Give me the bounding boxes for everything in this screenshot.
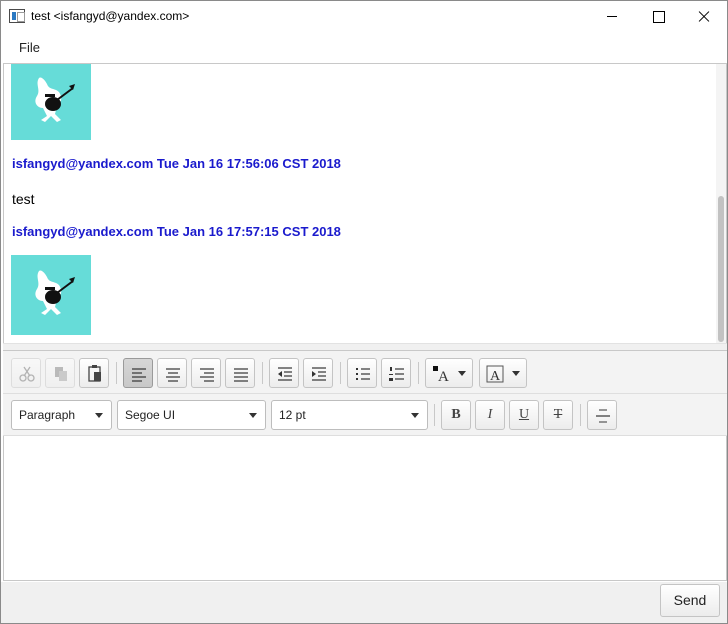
text-color-icon: A [433, 366, 449, 385]
close-button[interactable] [681, 1, 727, 31]
editor-toolbar-bottom: Paragraph Segoe UI 12 pt B I U T [3, 394, 727, 436]
indent-button[interactable] [303, 358, 333, 388]
svg-text:A: A [438, 369, 449, 385]
message-text: test [12, 191, 35, 207]
toolbar-separator [418, 362, 419, 384]
copy-icon [55, 367, 67, 381]
outdent-icon [278, 367, 292, 381]
chevron-down-icon [249, 413, 257, 418]
editor-toolbar-top: A A [3, 351, 727, 394]
sticker-image [11, 64, 91, 140]
justify-button[interactable] [225, 358, 255, 388]
align-right-icon [200, 368, 214, 382]
align-left-button[interactable] [123, 358, 153, 388]
minimize-button[interactable] [589, 1, 635, 31]
maximize-button[interactable] [635, 1, 681, 31]
copy-button[interactable] [45, 358, 75, 388]
align-center-button[interactable] [157, 358, 187, 388]
message-history: isfangyd@yandex.com Tue Jan 16 17:56:06 … [3, 63, 727, 343]
menu-file[interactable]: File [11, 37, 48, 58]
bullet-list-icon [356, 368, 370, 380]
paragraph-style-value: Paragraph [19, 408, 76, 422]
message-scrollbar[interactable] [716, 64, 726, 343]
chevron-down-icon [512, 371, 520, 376]
italic-button[interactable]: I [475, 400, 505, 430]
font-family-value: Segoe UI [125, 408, 176, 422]
strikethrough-button[interactable]: T [543, 400, 573, 430]
toolbar-separator [262, 362, 263, 384]
horizontal-rule-icon [596, 409, 610, 423]
toolbar-separator [116, 362, 117, 384]
cut-button[interactable] [11, 358, 41, 388]
underline-button[interactable]: U [509, 400, 539, 430]
chevron-down-icon [411, 413, 419, 418]
paste-button[interactable] [79, 358, 109, 388]
message-header: isfangyd@yandex.com Tue Jan 16 17:57:15 … [12, 224, 341, 239]
sticker-image [11, 255, 91, 335]
title-bar: test <isfangyd@yandex.com> [1, 1, 727, 31]
scrollbar-thumb[interactable] [718, 196, 724, 342]
indent-icon [312, 367, 326, 381]
bottom-bar: Send [1, 582, 727, 623]
message-editor[interactable] [3, 436, 727, 581]
split-divider[interactable] [3, 343, 727, 351]
background-color-icon: A [486, 365, 504, 384]
scissors-icon [19, 366, 35, 382]
bold-button[interactable]: B [441, 400, 471, 430]
toolbar-separator [434, 404, 435, 426]
font-size-select[interactable]: 12 pt [271, 400, 428, 430]
bullet-list-button[interactable] [347, 358, 377, 388]
message-header: isfangyd@yandex.com Tue Jan 16 17:56:06 … [12, 156, 341, 171]
toolbar-separator [580, 404, 581, 426]
horizontal-rule-button[interactable] [587, 400, 617, 430]
send-button[interactable]: Send [660, 584, 720, 617]
text-color-button[interactable]: A [425, 358, 473, 388]
chevron-down-icon [458, 371, 466, 376]
font-size-value: 12 pt [279, 408, 306, 422]
chevron-down-icon [95, 413, 103, 418]
menu-bar: File [1, 32, 727, 62]
svg-text:A: A [490, 369, 501, 384]
outdent-button[interactable] [269, 358, 299, 388]
app-icon [9, 9, 25, 23]
background-color-button[interactable]: A [479, 358, 527, 388]
align-center-icon [166, 368, 180, 382]
clipboard-icon [88, 365, 101, 382]
toolbar-separator [340, 362, 341, 384]
numbered-list-icon [389, 367, 404, 381]
align-left-icon [132, 368, 146, 382]
chat-window: test <isfangyd@yandex.com> File isfangyd… [0, 0, 728, 624]
window-title: test <isfangyd@yandex.com> [31, 9, 190, 23]
font-family-select[interactable]: Segoe UI [117, 400, 266, 430]
align-right-button[interactable] [191, 358, 221, 388]
paragraph-style-select[interactable]: Paragraph [11, 400, 112, 430]
align-justify-icon [234, 368, 248, 382]
numbered-list-button[interactable] [381, 358, 411, 388]
